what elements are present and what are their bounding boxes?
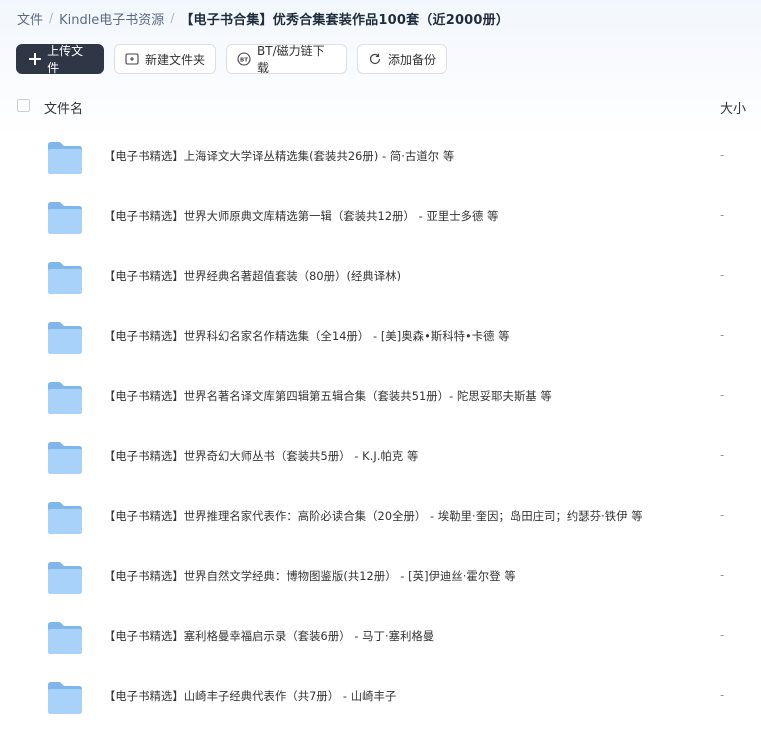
upload-label: 上传文件 [47,44,84,75]
folder-icon[interactable] [47,201,83,235]
select-all-checkbox[interactable] [17,99,30,112]
file-size: - [720,208,725,222]
breadcrumb-root[interactable]: 文件 [17,9,43,28]
list-header: 文件名 大小 [0,96,761,118]
file-name[interactable]: 【电子书精选】世界科幻名家名作精选集（全14册） - [美]奥森•斯科特•卡德 … [104,328,510,344]
file-list: 【电子书精选】上海译文大学译丛精选集(套装共26册) - 简·古道尔 等 - 【电子… [0,128,761,728]
svg-text:BT: BT [240,57,248,63]
breadcrumb: 文件 / Kindle电子书资源 / 【电子书合集】优秀合集套装作品100套（近… [17,8,509,28]
file-size: - [720,148,725,162]
file-name[interactable]: 【电子书精选】世界奇幻大师丛书（套装共5册） - K.J.帕克 等 [104,448,418,464]
file-row[interactable]: 【电子书精选】世界自然文学经典：博物图鉴版(共12册） - [英]伊迪丝·霍尔登… [0,548,761,608]
breadcrumb-current: 【电子书合集】优秀合集套装作品100套（近2000册） [180,12,510,28]
file-size: - [720,448,725,462]
folder-icon[interactable] [47,501,83,535]
file-size: - [720,328,725,342]
file-row[interactable]: 【电子书精选】世界科幻名家名作精选集（全14册） - [美]奥森•斯科特•卡德 … [0,308,761,368]
file-name[interactable]: 【电子书精选】世界自然文学经典：博物图鉴版(共12册） - [英]伊迪丝·霍尔登… [104,568,516,584]
add-backup-button[interactable]: 添加备份 [357,44,447,74]
file-name[interactable]: 【电子书精选】世界推理名家代表作：高阶必读合集（20全册） - 埃勒里·奎因；岛… [104,508,643,524]
plus-icon [28,52,42,66]
breadcrumb-separator: / [170,11,175,25]
file-name[interactable]: 【电子书精选】世界大师原典文库精选第一辑（套装共12册） - 亚里士多德 等 [104,208,499,224]
file-name[interactable]: 【电子书精选】世界名著名译文库第四辑第五辑合集（套装共51册）- 陀思妥耶夫斯基… [104,388,552,404]
folder-icon[interactable] [47,381,83,415]
folder-icon[interactable] [47,261,83,295]
file-size: - [720,568,725,582]
toolbar: 上传文件 新建文件夹 BT BT/磁力链下载 添加备份 [16,44,447,75]
upload-button[interactable]: 上传文件 [16,44,104,75]
file-row[interactable]: 【电子书精选】山崎丰子经典代表作（共7册） - 山崎丰子 - [0,668,761,728]
refresh-icon [368,52,382,66]
new-folder-button[interactable]: 新建文件夹 [114,44,216,74]
folder-icon[interactable] [47,141,83,175]
breadcrumb-parent[interactable]: Kindle电子书资源 [59,9,164,28]
add-backup-label: 添加备份 [388,52,437,67]
new-folder-icon [125,52,139,66]
file-row[interactable]: 【电子书精选】世界名著名译文库第四辑第五辑合集（套装共51册）- 陀思妥耶夫斯基… [0,368,761,428]
file-size: - [720,628,725,642]
file-name[interactable]: 【电子书精选】世界经典名著超值套装（80册）(经典译林) [104,268,401,284]
column-header-name[interactable]: 文件名 [44,98,83,117]
file-name[interactable]: 【电子书精选】塞利格曼幸福启示录（套装6册） - 马丁·塞利格曼 [104,628,434,644]
file-row[interactable]: 【电子书精选】上海译文大学译丛精选集(套装共26册) - 简·古道尔 等 - [0,128,761,188]
file-name[interactable]: 【电子书精选】山崎丰子经典代表作（共7册） - 山崎丰子 [104,688,396,704]
bt-download-label: BT/磁力链下载 [257,44,325,75]
folder-icon[interactable] [47,321,83,355]
folder-icon[interactable] [47,561,83,595]
file-size: - [720,508,725,522]
file-row[interactable]: 【电子书精选】世界经典名著超值套装（80册）(经典译林) - [0,248,761,308]
new-folder-label: 新建文件夹 [145,52,206,67]
breadcrumb-separator: / [49,11,54,25]
file-name[interactable]: 【电子书精选】上海译文大学译丛精选集(套装共26册) - 简·古道尔 等 [104,148,454,164]
file-row[interactable]: 【电子书精选】塞利格曼幸福启示录（套装6册） - 马丁·塞利格曼 - [0,608,761,668]
folder-icon[interactable] [47,441,83,475]
file-size: - [720,268,725,282]
column-header-size[interactable]: 大小 [720,98,746,117]
folder-icon[interactable] [47,681,83,715]
file-size: - [720,388,725,402]
bt-download-button[interactable]: BT BT/磁力链下载 [226,44,347,75]
file-row[interactable]: 【电子书精选】世界推理名家代表作：高阶必读合集（20全册） - 埃勒里·奎因；岛… [0,488,761,548]
file-row[interactable]: 【电子书精选】世界奇幻大师丛书（套装共5册） - K.J.帕克 等 - [0,428,761,488]
file-size: - [720,688,725,702]
file-row[interactable]: 【电子书精选】世界大师原典文库精选第一辑（套装共12册） - 亚里士多德 等 - [0,188,761,248]
folder-icon[interactable] [47,621,83,655]
bt-icon: BT [237,52,251,66]
